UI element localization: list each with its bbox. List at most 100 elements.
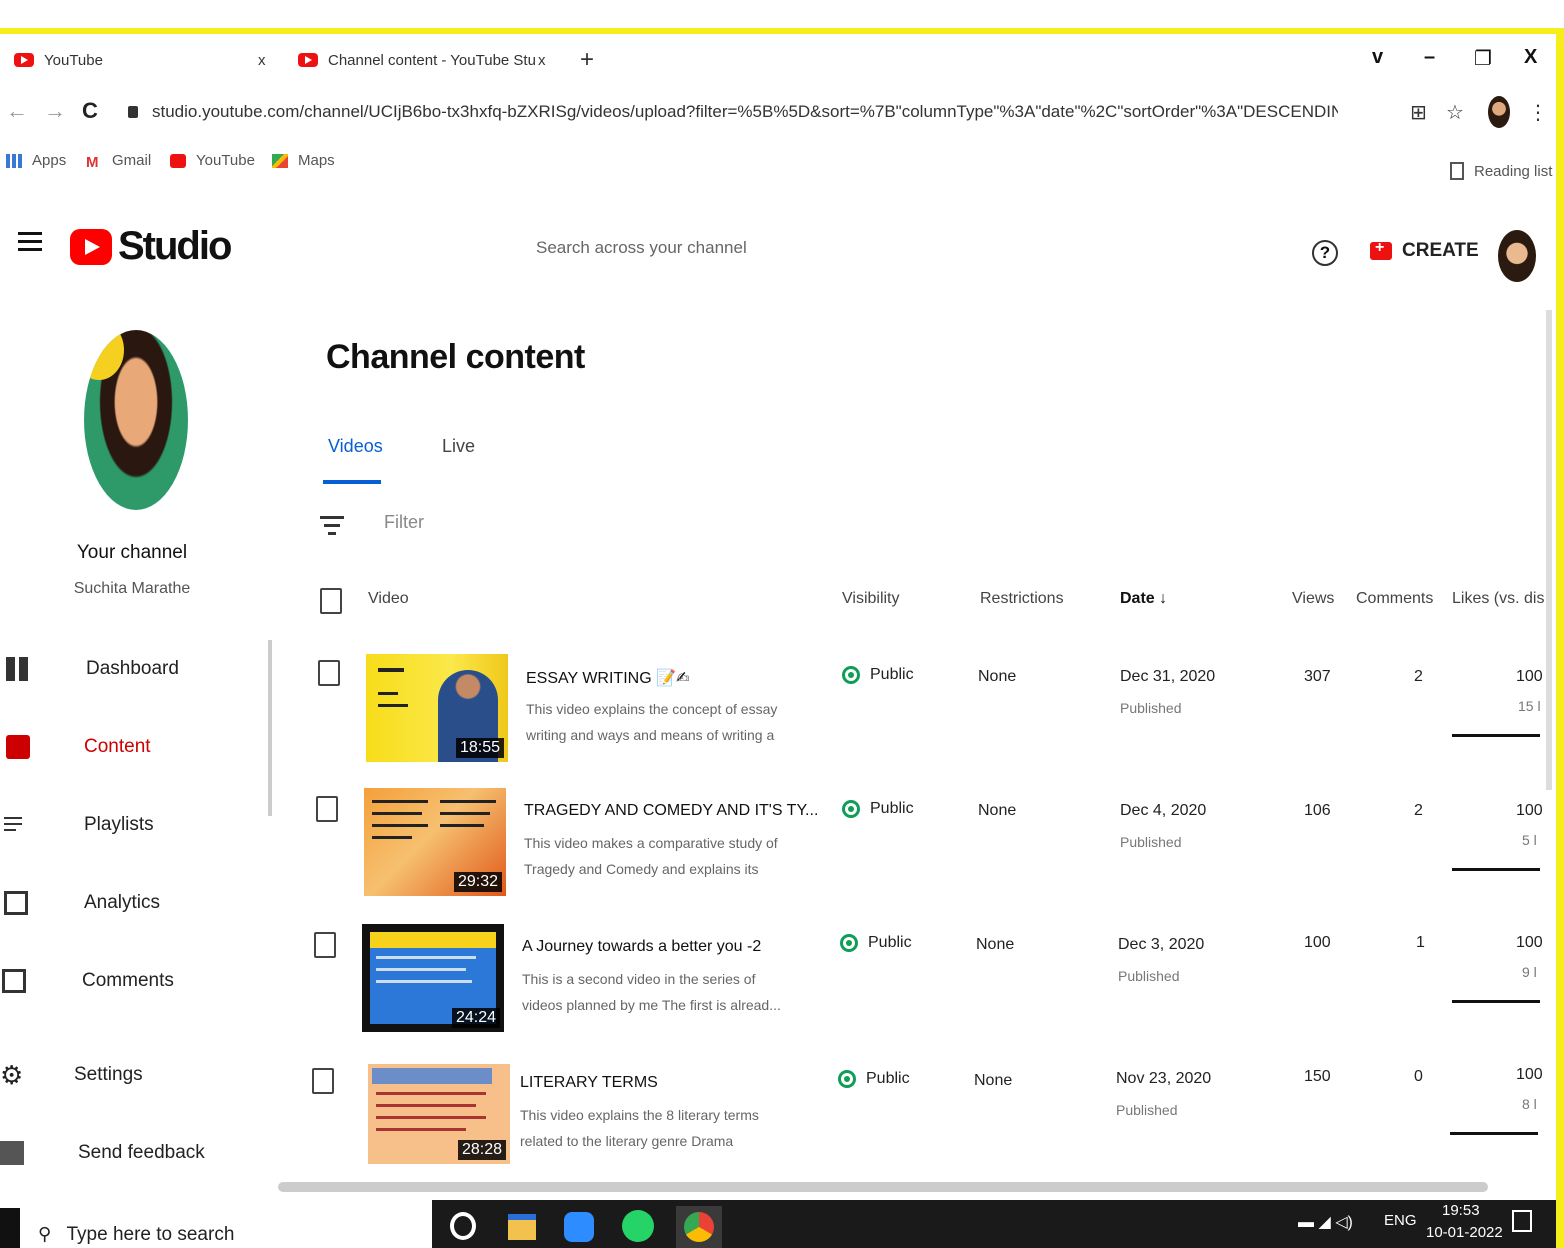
clock-date[interactable]: 10-01-2022 [1426, 1224, 1503, 1241]
table-row[interactable]: 29:32 TRAGEDY AND COMEDY AND IT'S TY... … [0, 784, 1556, 914]
system-tray-icons[interactable]: ▬ ◢ ◁) [1298, 1212, 1353, 1232]
close-tab-icon[interactable]: x [538, 42, 546, 78]
public-icon [842, 800, 860, 818]
visibility-status[interactable]: Public [838, 1070, 910, 1088]
video-duration: 18:55 [455, 738, 504, 758]
video-title[interactable]: ESSAY WRITING 📝✍ [526, 668, 689, 688]
back-arrow-icon[interactable]: ← [6, 98, 28, 124]
public-icon [842, 666, 860, 684]
visibility-label: Public [870, 800, 914, 817]
video-title[interactable]: TRAGEDY AND COMEDY AND IT'S TY... [524, 802, 818, 820]
column-header-date[interactable]: Date ↓ [1120, 590, 1167, 608]
create-button[interactable]: CREATE [1370, 239, 1479, 262]
reload-icon[interactable]: C [82, 98, 98, 124]
horizontal-scrollbar[interactable] [278, 1182, 1488, 1192]
channel-avatar[interactable] [84, 330, 188, 510]
account-avatar[interactable] [1498, 230, 1536, 282]
new-tab-button[interactable]: + [580, 42, 594, 78]
page-title: Channel content [326, 338, 585, 376]
help-icon[interactable]: ? [1312, 240, 1338, 266]
vertical-scrollbar[interactable] [1546, 310, 1552, 790]
video-description: This video explains the 8 literary terms… [520, 1107, 759, 1149]
browser-tabbar: YouTube x Channel content - YouTube Stu … [0, 36, 1556, 82]
file-explorer-icon[interactable] [508, 1214, 536, 1240]
youtube-logo-icon [70, 228, 112, 265]
bookmark-label: Apps [32, 152, 67, 169]
video-duration: 24:24 [451, 1008, 500, 1028]
video-thumbnail[interactable]: 29:32 [364, 788, 506, 896]
url-text: studio.youtube.com/channel/UCIjB6bo-tx3h… [152, 102, 1338, 121]
url-field[interactable]: studio.youtube.com/channel/UCIjB6bo-tx3h… [128, 102, 1338, 122]
video-thumbnail[interactable]: 18:55 [366, 654, 508, 762]
likes-ratio-bar [1450, 1132, 1538, 1135]
row-checkbox[interactable] [312, 1068, 334, 1094]
reading-list-button[interactable]: Reading list [1450, 162, 1552, 180]
tab-live[interactable]: Live [442, 436, 475, 457]
install-app-icon[interactable]: ⊞ [1410, 100, 1427, 125]
studio-header: Studio Search across your channel ? CREA… [0, 212, 1556, 282]
video-thumbnail[interactable]: 28:28 [368, 1064, 510, 1164]
bookmark-youtube[interactable]: YouTube [170, 152, 255, 169]
whatsapp-icon[interactable] [622, 1210, 654, 1242]
visibility-status[interactable]: Public [842, 666, 914, 684]
filter-input[interactable]: Filter [384, 512, 424, 533]
apps-grid-icon [6, 153, 22, 168]
table-row[interactable]: 24:24 A Journey towards a better you -2 … [0, 918, 1556, 1048]
studio-logo-text: Studio [118, 224, 232, 268]
likes-count: 15 l [1518, 698, 1541, 714]
public-icon [838, 1070, 856, 1088]
taskbar-search-input[interactable]: ⚲ Type here to search [38, 1224, 234, 1246]
your-channel-label: Your channel [76, 542, 188, 563]
browser-menu-icon[interactable]: ⋮ [1528, 100, 1548, 125]
browser-tab-title: Channel content - YouTube Stu [328, 51, 536, 69]
reading-list-label: Reading list [1474, 162, 1553, 180]
row-checkbox[interactable] [314, 932, 336, 958]
notification-center-icon[interactable] [1512, 1210, 1532, 1232]
row-checkbox[interactable] [316, 796, 338, 822]
visibility-status[interactable]: Public [840, 934, 912, 952]
likes-percent: 100 [1516, 1066, 1543, 1083]
video-duration: 28:28 [457, 1140, 506, 1160]
video-thumbnail[interactable]: 24:24 [362, 924, 504, 1032]
restore-button[interactable]: ❐ [1474, 46, 1492, 71]
tab-videos[interactable]: Videos [328, 436, 383, 457]
taskbar-search-area: ⚲ Type here to search [0, 1200, 432, 1248]
close-window-button[interactable]: X [1524, 46, 1537, 69]
bookmark-star-icon[interactable]: ☆ [1446, 100, 1464, 125]
table-row[interactable]: 28:28 LITERARY TERMS This video explains… [0, 1054, 1556, 1184]
zoom-icon[interactable] [564, 1212, 594, 1242]
tab-search-dropdown-icon[interactable]: v [1372, 46, 1383, 69]
select-all-checkbox[interactable] [320, 588, 342, 614]
language-indicator[interactable]: ENG [1384, 1212, 1417, 1229]
clock-time[interactable]: 19:53 [1442, 1202, 1480, 1219]
filter-icon[interactable] [320, 516, 344, 540]
channel-search-input[interactable]: Search across your channel [536, 238, 747, 258]
column-header-comments: Comments [1356, 590, 1434, 607]
chrome-taskbar-button[interactable] [676, 1206, 722, 1248]
likes-percent: 100 [1516, 802, 1543, 819]
bookmark-gmail[interactable]: M Gmail [86, 152, 151, 171]
minimize-button[interactable]: – [1424, 46, 1435, 69]
bookmark-apps[interactable]: Apps [6, 152, 66, 169]
browser-tab-channel-content[interactable]: Channel content - YouTube Stu [298, 42, 536, 78]
video-title[interactable]: A Journey towards a better you -2 [522, 938, 761, 956]
visibility-label: Public [870, 666, 914, 683]
video-description: This video explains the concept of essay… [526, 701, 778, 743]
row-checkbox[interactable] [318, 660, 340, 686]
studio-logo[interactable]: Studio [70, 224, 232, 269]
browser-tab-title: YouTube [44, 51, 103, 69]
publish-status: Published [1118, 968, 1180, 984]
forward-arrow-icon[interactable]: → [44, 98, 66, 124]
video-title[interactable]: LITERARY TERMS [520, 1074, 658, 1092]
windows-start-icon[interactable] [0, 1208, 20, 1248]
visibility-status[interactable]: Public [842, 800, 914, 818]
table-row[interactable]: 18:55 ESSAY WRITING 📝✍ This video explai… [0, 650, 1556, 780]
youtube-favicon-icon [14, 53, 34, 67]
hamburger-menu-icon[interactable] [18, 232, 42, 252]
profile-avatar-icon[interactable] [1488, 96, 1510, 128]
reading-list-icon [1450, 162, 1464, 180]
bookmark-maps[interactable]: Maps [272, 152, 335, 169]
close-tab-icon[interactable]: x [258, 42, 266, 78]
browser-tab-youtube[interactable]: YouTube [14, 42, 103, 78]
cortana-icon[interactable] [450, 1212, 476, 1240]
